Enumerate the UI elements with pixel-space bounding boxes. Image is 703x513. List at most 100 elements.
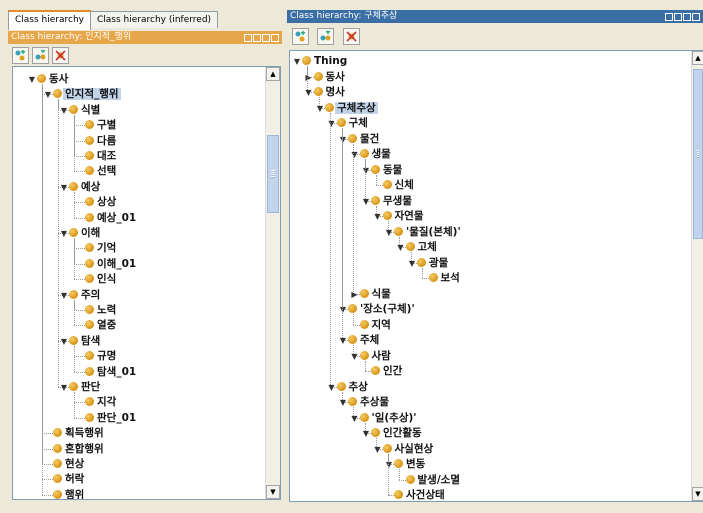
tree-node[interactable]: 허락 [43, 471, 86, 487]
collapse-toggle-icon[interactable]: ▼ [384, 457, 394, 473]
collapse-toggle-icon[interactable]: ▼ [350, 349, 360, 365]
view-controls[interactable] [665, 13, 700, 21]
tree-node[interactable]: 예상_01 [75, 210, 138, 226]
tree-node[interactable]: ▼ 변동 [384, 456, 427, 472]
tree-node[interactable]: 지각 [75, 394, 118, 410]
tree-node[interactable]: 다름 [75, 133, 118, 149]
vertical-scrollbar[interactable]: ▲ ▼ [691, 51, 703, 501]
collapse-toggle-icon[interactable]: ▼ [338, 302, 348, 318]
tree-node[interactable]: 이해_01 [75, 256, 138, 272]
collapse-toggle-icon[interactable]: ▼ [350, 411, 360, 427]
collapse-toggle-icon[interactable]: ▼ [304, 85, 314, 101]
collapse-toggle-icon[interactable]: ▼ [361, 163, 371, 179]
tree-node[interactable]: ▼ 식별 [59, 102, 102, 118]
collapse-toggle-icon[interactable]: ▼ [327, 116, 337, 132]
scroll-up-button[interactable]: ▲ [266, 67, 280, 81]
tree-node[interactable]: ▼ 사실현상 [373, 441, 436, 457]
add-subclass-button[interactable] [12, 47, 29, 64]
tree-node[interactable]: ▼ 인간활동 [361, 425, 424, 441]
collapse-toggle-icon[interactable]: ▼ [59, 226, 69, 242]
tree-node[interactable]: 열중 [75, 317, 118, 333]
vertical-scrollbar[interactable]: ▲ ▼ [265, 67, 280, 499]
tree-node[interactable]: 판단_01 [75, 410, 138, 426]
tree-node[interactable]: 규명 [75, 348, 118, 364]
tree-node[interactable]: 사건상태 [384, 487, 447, 501]
view-controls[interactable] [244, 34, 279, 42]
collapse-toggle-icon[interactable]: ▼ [59, 180, 69, 196]
tree-node[interactable]: ▼ 주체 [338, 332, 381, 348]
scroll-thumb[interactable] [267, 135, 279, 213]
tree-node[interactable]: ▼ '장소(구체)' [338, 301, 417, 317]
class-tree-right[interactable]: ▼ Thing ▶ 동사 ▼ 명사 ▼ 구체추상 ▼ 구체 ▼ 물건 ▼ 생물 ▼ 동물 신체 ▼ 무생물 ▼ 자연물 ▼… [289, 50, 703, 502]
add-subclass-button[interactable] [292, 28, 309, 45]
tree-node[interactable]: ▼ 구체 [327, 115, 370, 131]
class-tree-left[interactable]: ▼ 동사 ▼ 인지적_행위 ▼ 식별 구별 다름 대조 선택 ▼ 예상 상상 예상_01 ▼ 이해 기억 이해_0… [12, 66, 281, 500]
tree-node[interactable]: 기억 [75, 240, 118, 256]
tree-node[interactable]: ▼ 탐색 [59, 333, 102, 349]
collapse-toggle-icon[interactable]: ▼ [292, 54, 302, 70]
collapse-toggle-icon[interactable]: ▼ [361, 426, 371, 442]
tree-node[interactable]: 대조 [75, 148, 118, 164]
collapse-toggle-icon[interactable]: ▼ [59, 334, 69, 350]
tree-node[interactable]: ▼ '일(추상)' [350, 410, 419, 426]
tree-node[interactable]: 신체 [373, 177, 416, 193]
collapse-toggle-icon[interactable]: ▼ [59, 103, 69, 119]
tree-node[interactable]: ▼ 고체 [396, 239, 439, 255]
tree-node[interactable]: ▼ 생물 [350, 146, 393, 162]
tree-node[interactable]: ▶ 동사 [304, 69, 347, 85]
tree-node[interactable]: ▼ 인지적_행위 [43, 86, 121, 102]
tab-class-hierarchy[interactable]: Class hierarchy [8, 10, 91, 30]
collapse-toggle-icon[interactable]: ▼ [43, 87, 53, 103]
tree-node[interactable]: ▼ 동사 [27, 71, 70, 87]
tree-node[interactable]: ▼ 물건 [338, 131, 381, 147]
collapse-toggle-icon[interactable]: ▼ [59, 288, 69, 304]
tree-node[interactable]: ▼ Thing [292, 53, 349, 69]
scroll-up-button[interactable]: ▲ [692, 51, 703, 65]
collapse-toggle-icon[interactable]: ▼ [373, 442, 383, 458]
tree-node[interactable]: ▼ 구체추상 [315, 100, 378, 116]
delete-class-button[interactable] [343, 28, 360, 45]
tree-node[interactable]: ▼ 이해 [59, 225, 102, 241]
tree-node[interactable]: 인간 [361, 363, 404, 379]
collapse-toggle-icon[interactable]: ▼ [338, 395, 348, 411]
tree-node[interactable]: ▼ 추상 [327, 379, 370, 395]
delete-class-button[interactable] [52, 47, 69, 64]
tree-node[interactable]: 발생/소멸 [396, 472, 462, 488]
collapse-toggle-icon[interactable]: ▼ [59, 380, 69, 396]
add-sibling-button[interactable] [32, 47, 49, 64]
collapse-toggle-icon[interactable]: ▼ [315, 101, 325, 117]
collapse-toggle-icon[interactable]: ▼ [373, 209, 383, 225]
tree-node[interactable]: ▼ '물질(본체)' [384, 224, 463, 240]
collapse-toggle-icon[interactable]: ▼ [407, 256, 417, 272]
tree-node[interactable]: 노력 [75, 302, 118, 318]
scroll-thumb[interactable] [693, 69, 703, 239]
scroll-down-button[interactable]: ▼ [692, 487, 703, 501]
tree-node[interactable]: ▼ 예상 [59, 179, 102, 195]
add-sibling-button[interactable] [317, 28, 334, 45]
collapse-toggle-icon[interactable]: ▼ [384, 225, 394, 241]
tab-class-hierarchy-inferred[interactable]: Class hierarchy (inferred) [90, 11, 219, 28]
collapse-toggle-icon[interactable]: ▼ [27, 72, 37, 88]
tree-node[interactable]: ▼ 판단 [59, 379, 102, 395]
tree-node[interactable]: 지역 [350, 317, 393, 333]
tree-node[interactable]: 획득행위 [43, 425, 106, 441]
collapse-toggle-icon[interactable]: ▼ [350, 147, 360, 163]
collapse-toggle-icon[interactable]: ▼ [338, 132, 348, 148]
tree-node[interactable]: ▼ 명사 [304, 84, 347, 100]
tree-node[interactable]: 선택 [75, 163, 118, 179]
tree-node[interactable]: 인식 [75, 271, 118, 287]
tree-node[interactable]: ▼ 주의 [59, 287, 102, 303]
tree-node[interactable]: ▼ 광물 [407, 255, 450, 271]
collapse-toggle-icon[interactable]: ▼ [396, 240, 406, 256]
tree-node[interactable]: 현상 [43, 456, 86, 472]
tree-node[interactable]: 구별 [75, 117, 118, 133]
tree-node[interactable]: 행위 [43, 487, 86, 499]
tree-node[interactable]: 보석 [419, 270, 462, 286]
tree-node[interactable]: ▼ 사람 [350, 348, 393, 364]
tree-node[interactable]: ▼ 무생물 [361, 193, 414, 209]
collapse-toggle-icon[interactable]: ▼ [338, 333, 348, 349]
collapse-toggle-icon[interactable]: ▼ [361, 194, 371, 210]
tree-node[interactable]: 혼합행위 [43, 441, 106, 457]
collapse-toggle-icon[interactable]: ▼ [327, 380, 337, 396]
tree-node[interactable]: 탐색_01 [75, 364, 138, 380]
